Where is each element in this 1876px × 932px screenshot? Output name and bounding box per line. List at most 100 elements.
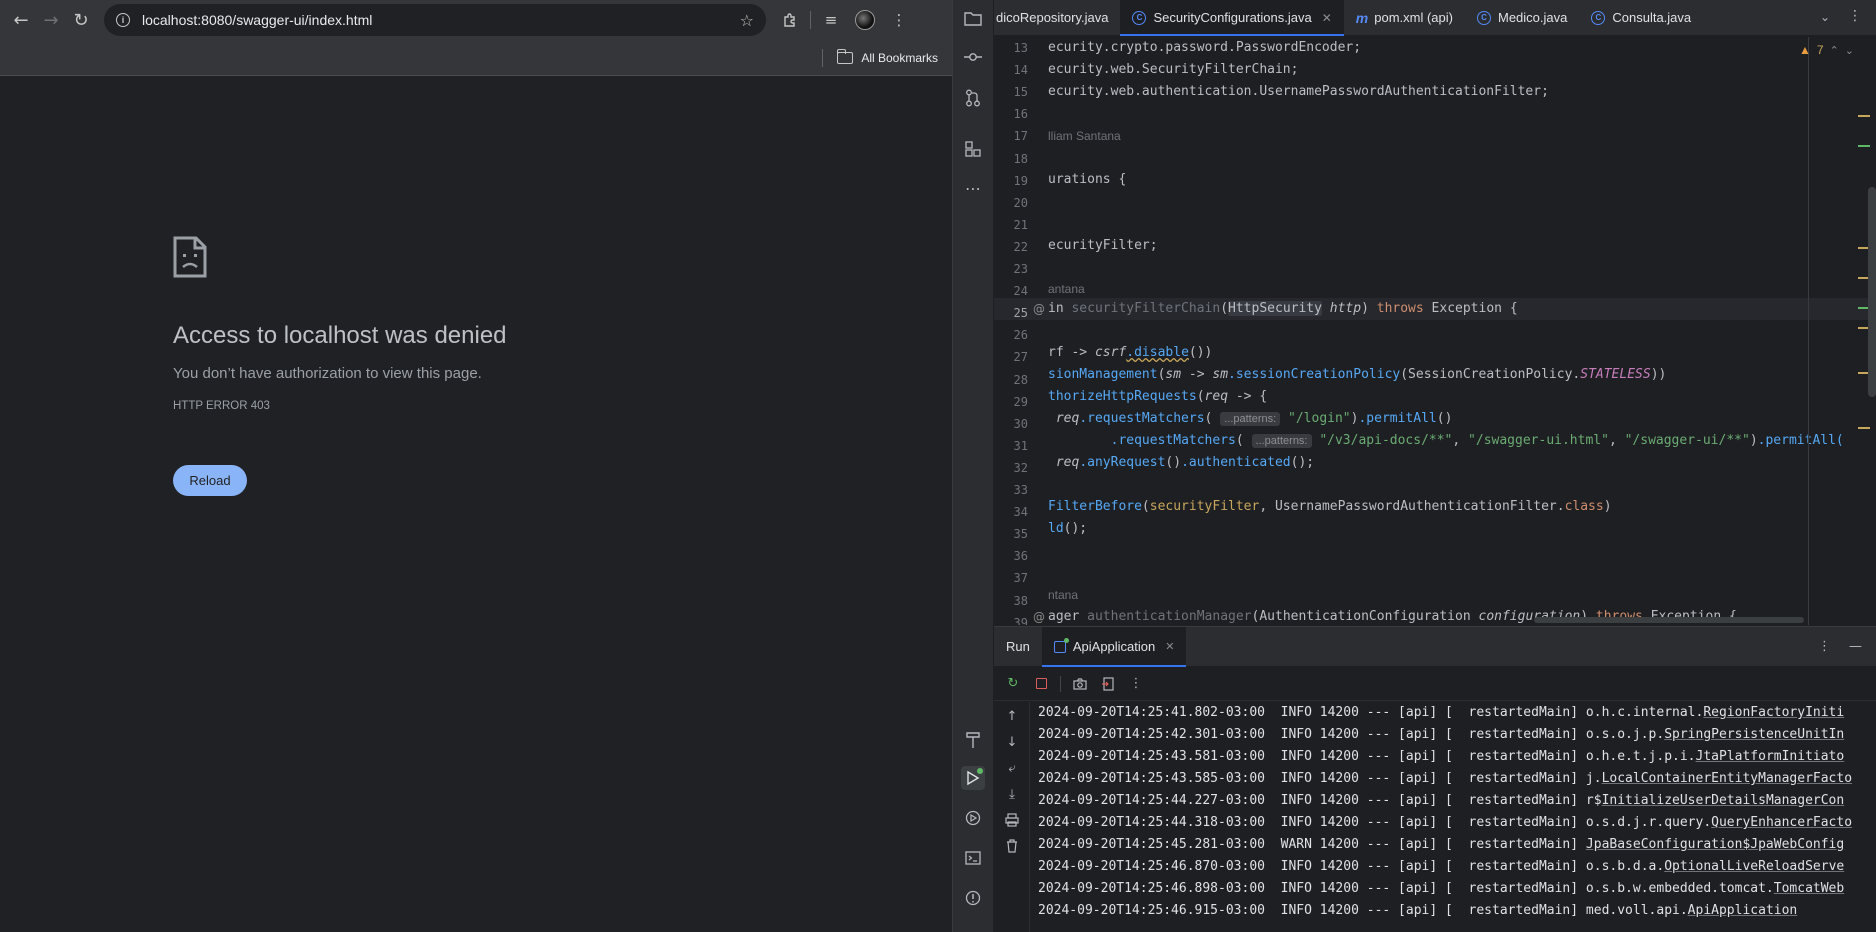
- close-icon[interactable]: ✕: [1165, 640, 1174, 653]
- log-source-link[interactable]: OptionalLiveReloadServe: [1664, 859, 1844, 874]
- pull-requests-icon[interactable]: [961, 86, 985, 110]
- forward-arrow-icon[interactable]: →: [36, 5, 66, 35]
- code-line-current: in securityFilterChain(HttpSecurity http…: [1048, 301, 1518, 316]
- print-icon[interactable]: [1002, 810, 1022, 830]
- line-gutter: 13 14 15 16 17 18 19 20 21 22 23 24 25 26 27 28 29 30 31 32…: [994, 37, 1048, 625]
- log-source-link[interactable]: SpringPersistenceUnitIn: [1664, 727, 1844, 742]
- vertical-scrollbar[interactable]: [1868, 187, 1876, 397]
- author-hint[interactable]: antana: [1048, 278, 1085, 300]
- code-editor[interactable]: 13 14 15 16 17 18 19 20 21 22 23 24 25 26 27 28 29 30 31 32…: [994, 37, 1876, 625]
- project-folder-icon[interactable]: [961, 6, 985, 30]
- media-controls-icon[interactable]: ≡: [817, 6, 845, 34]
- code-text: HttpSecurity: [1228, 301, 1322, 316]
- code-text: .permitAll(: [1757, 433, 1844, 448]
- services-icon[interactable]: [961, 806, 985, 830]
- structure-icon[interactable]: [961, 137, 985, 161]
- bean-annotation-icon[interactable]: @: [1033, 606, 1045, 625]
- log-thread: restartedMain: [1468, 903, 1571, 918]
- terminal-icon[interactable]: [961, 846, 985, 870]
- arrow-up-icon[interactable]: ↑: [1002, 706, 1022, 726]
- change-marker[interactable]: [1858, 145, 1870, 147]
- more-vertical-icon[interactable]: ⋮: [1848, 8, 1862, 24]
- log-source-link[interactable]: QueryEnhancerFacto: [1711, 815, 1852, 830]
- reload-icon[interactable]: ↻: [66, 5, 96, 35]
- code-line: ld();: [1048, 521, 1088, 536]
- tab-repository[interactable]: dicoRepository.java: [994, 0, 1120, 36]
- code-line: .requestMatchers( ...patterns: "/v3/api-…: [1110, 433, 1844, 448]
- bookmark-star-icon[interactable]: ☆: [740, 11, 754, 30]
- log-source-link[interactable]: ApiApplication: [1688, 903, 1798, 918]
- log-source-link[interactable]: RegionFactoryIniti: [1703, 705, 1844, 720]
- toolbar-separator: [810, 11, 811, 29]
- warning-marker[interactable]: [1858, 115, 1870, 117]
- log-timestamp: 2024-09-20T14:25:44.318-03:00: [1038, 815, 1265, 830]
- run-panel: Run ApiApplication ✕ ⋮ — ↻ ⋮ ↑ ↓ ⤶ ⤓ 202…: [994, 626, 1876, 932]
- scroll-to-end-icon[interactable]: ⤓: [1002, 784, 1022, 804]
- error-subtitle: You don’t have authorization to view thi…: [173, 365, 482, 382]
- code-text: ecurityFilter: [1048, 238, 1150, 253]
- extensions-icon[interactable]: [776, 6, 804, 34]
- warning-marker[interactable]: [1858, 427, 1870, 429]
- reload-button[interactable]: Reload: [173, 465, 247, 496]
- back-arrow-icon[interactable]: ←: [6, 5, 36, 35]
- menu-kebab-icon[interactable]: ⋮: [885, 6, 913, 34]
- more-tools-icon[interactable]: ⋯: [961, 176, 985, 200]
- toolbar-separator: [1060, 675, 1061, 692]
- camera-icon[interactable]: [1069, 673, 1091, 695]
- chevron-up-icon[interactable]: ⌃: [1830, 44, 1839, 57]
- chevron-down-icon[interactable]: ⌄: [1845, 44, 1854, 57]
- tab-medico[interactable]: C Medico.java: [1465, 0, 1579, 36]
- tab-consulta[interactable]: C Consulta.java: [1579, 0, 1703, 36]
- tab-security-configurations[interactable]: C SecurityConfigurations.java ✕: [1120, 0, 1345, 36]
- run-header: Run ApiApplication ✕ ⋮ —: [994, 626, 1876, 667]
- more-vertical-icon[interactable]: ⋮: [1125, 673, 1147, 695]
- tab-pom[interactable]: m pom.xml (api): [1344, 0, 1465, 36]
- stop-icon[interactable]: [1030, 673, 1052, 695]
- code-text: class: [1564, 499, 1604, 514]
- chevron-down-icon[interactable]: ⌄: [1820, 10, 1830, 24]
- log-source-link[interactable]: JtaPlatformInitiato: [1696, 749, 1845, 764]
- build-hammer-icon[interactable]: [961, 728, 985, 752]
- log-source-link[interactable]: JpaBaseConfiguration$JpaWebConfig: [1586, 837, 1844, 852]
- log-source-link[interactable]: LocalContainerEntityManagerFacto: [1602, 771, 1852, 786]
- console-output[interactable]: 2024-09-20T14:25:41.802-03:00 INFO 14200…: [1038, 702, 1876, 932]
- code-text: "/swagger-ui/**": [1624, 433, 1750, 448]
- problems-icon[interactable]: [961, 886, 985, 910]
- log-level: INFO: [1280, 903, 1312, 918]
- minimize-icon[interactable]: —: [1849, 639, 1862, 654]
- code-text: .sessionCreationPolicy: [1228, 367, 1401, 382]
- horizontal-scrollbar[interactable]: [1534, 617, 1804, 623]
- code-line: FilterBefore(securityFilter, UsernamePas…: [1048, 499, 1612, 514]
- commit-icon[interactable]: [961, 45, 985, 69]
- log-level: INFO: [1280, 771, 1312, 786]
- arrow-down-icon[interactable]: ↓: [1002, 732, 1022, 752]
- log-source-link[interactable]: TomcatWeb: [1774, 881, 1844, 896]
- close-icon[interactable]: ✕: [1322, 11, 1332, 25]
- code-text: Exception: [1431, 301, 1502, 316]
- author-hint[interactable]: lliam Santana: [1048, 125, 1121, 147]
- inspection-widget[interactable]: ▲ 7 ⌃ ⌄: [1799, 43, 1854, 57]
- exit-icon[interactable]: [1097, 673, 1119, 695]
- folder-icon[interactable]: [836, 48, 854, 64]
- log-line: 2024-09-20T14:25:44.227-03:00 INFO 14200…: [1038, 793, 1845, 808]
- log-line: 2024-09-20T14:25:46.898-03:00 INFO 14200…: [1038, 881, 1845, 896]
- log-level: INFO: [1280, 815, 1312, 830]
- url-text: localhost:8080/swagger-ui/index.html: [142, 12, 372, 28]
- all-bookmarks-link[interactable]: All Bookmarks: [861, 51, 938, 65]
- run-tool-icon[interactable]: [961, 766, 985, 790]
- trash-icon[interactable]: [1002, 836, 1022, 856]
- address-bar[interactable]: i localhost:8080/swagger-ui/index.html ☆: [104, 4, 766, 36]
- site-info-icon[interactable]: i: [116, 13, 130, 27]
- rerun-icon[interactable]: ↻: [1002, 673, 1024, 695]
- author-hint[interactable]: ntana: [1048, 584, 1078, 606]
- run-tab-api-application[interactable]: ApiApplication ✕: [1041, 626, 1187, 667]
- soft-wrap-icon[interactable]: ⤶: [1002, 758, 1022, 778]
- bean-annotation-icon[interactable]: @: [1033, 298, 1045, 320]
- log-level: INFO: [1280, 793, 1312, 808]
- log-source-link[interactable]: InitializeUserDetailsManagerCon: [1602, 793, 1845, 808]
- log-app: api: [1405, 771, 1430, 786]
- run-tab-label: ApiApplication: [1072, 639, 1156, 654]
- log-timestamp: 2024-09-20T14:25:42.301-03:00: [1038, 727, 1265, 742]
- more-vertical-icon[interactable]: ⋮: [1818, 639, 1831, 654]
- profile-avatar[interactable]: [851, 6, 879, 34]
